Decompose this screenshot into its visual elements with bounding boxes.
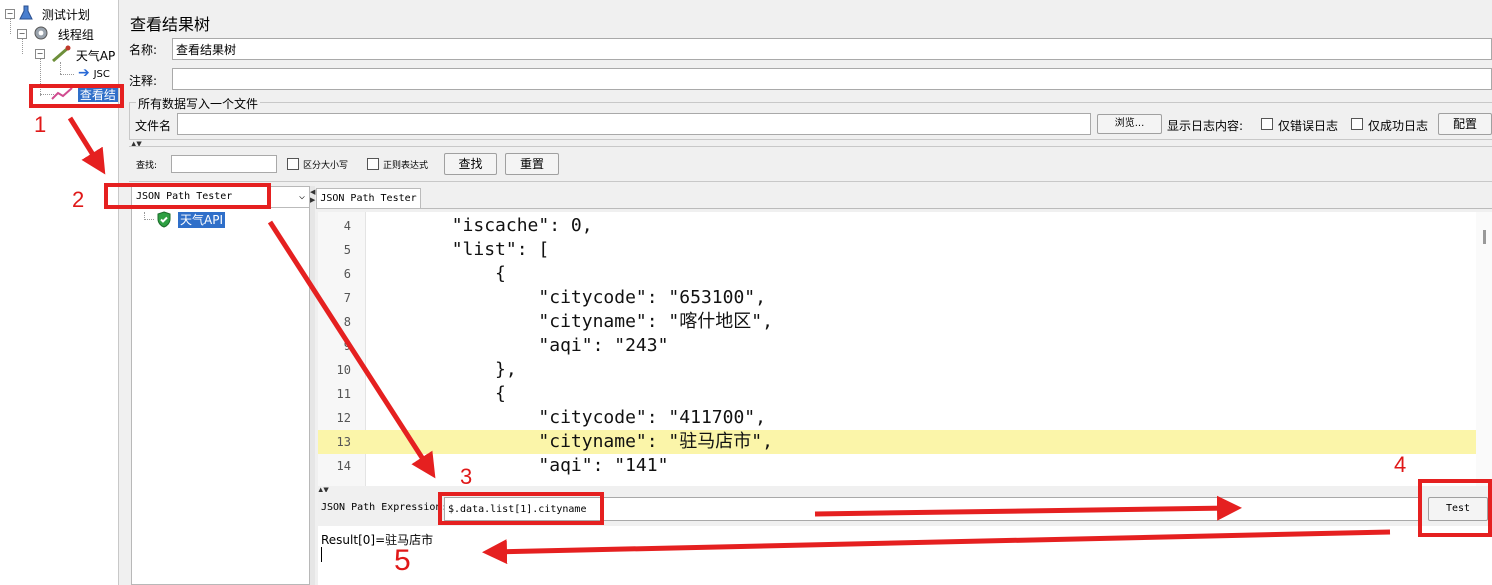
arrow-3-to-4	[814, 495, 1242, 521]
annotation-arrows	[67, 116, 1391, 565]
arrow-1-to-2	[67, 116, 106, 175]
arrow-2-to-3	[267, 220, 436, 479]
arrow-4-to-5	[482, 529, 1391, 565]
